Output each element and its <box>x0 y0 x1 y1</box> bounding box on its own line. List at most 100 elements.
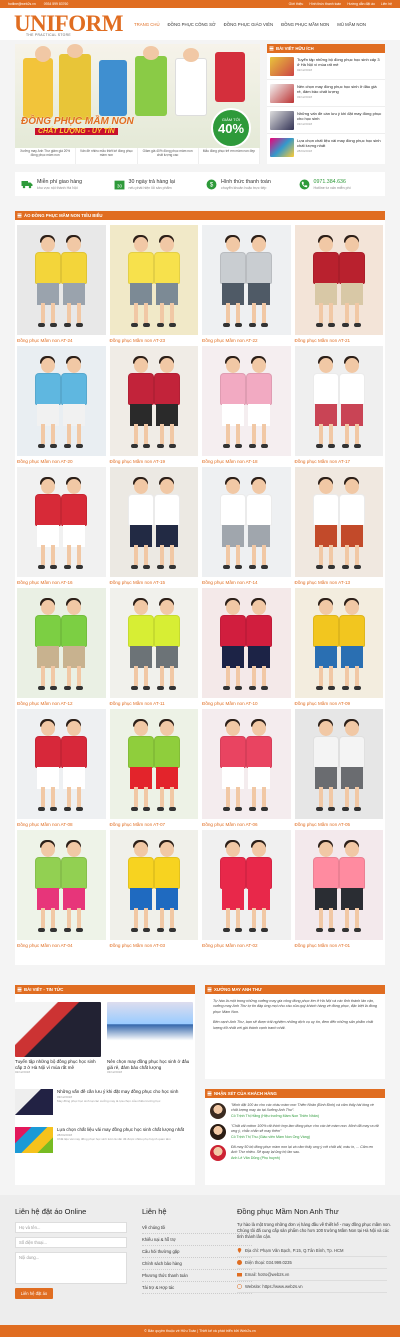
footer-link[interactable]: Chính sách bảo hàng <box>142 1258 252 1270</box>
footer-link[interactable]: Phương thức thanh toán <box>142 1270 252 1282</box>
article-thumbnail[interactable] <box>270 138 294 157</box>
product-card[interactable]: Đồng phục Mầm non AT-14 <box>202 467 291 588</box>
company-email[interactable]: Email: hotro@web2s.vn <box>237 1269 387 1282</box>
topbar-phone[interactable]: 0934 599 83760 <box>44 2 69 6</box>
product-card[interactable]: Đồng phục Mầm non AT-19 <box>109 346 199 467</box>
product-name[interactable]: Đồng phục Mầm non AT-19 <box>110 456 199 464</box>
product-card[interactable]: Đồng phục Mầm non AT-02 <box>202 830 291 951</box>
product-card[interactable]: Đồng phục Mầm non AT-21 <box>294 225 384 346</box>
product-card[interactable]: Đồng phục Mầm non AT-03 <box>109 830 199 951</box>
message-field[interactable]: Nội dung... <box>15 1252 127 1284</box>
product-card[interactable]: Đồng phục Mầm non AT-23 <box>109 225 199 346</box>
name-field[interactable]: Họ và tên... <box>15 1222 127 1233</box>
product-name[interactable]: Đồng phục Mầm non AT-16 <box>17 577 106 585</box>
news-list-item[interactable]: Lựa chọn chất liệu vải may đồng phục học… <box>15 1127 195 1153</box>
product-image[interactable] <box>17 709 106 819</box>
news-list-item[interactable]: Những vấn đề cần lưu ý khi đặt may đồng … <box>15 1089 195 1115</box>
product-name[interactable]: Đồng phục Mầm non AT-20 <box>17 456 106 464</box>
footer-link[interactable]: Khiếu nại & hỗ trợ <box>142 1234 252 1246</box>
article-thumbnail[interactable] <box>270 84 294 103</box>
product-image[interactable] <box>294 346 383 456</box>
product-card[interactable]: Đồng phục Mầm non AT-16 <box>17 467 106 588</box>
topbar-link-contact[interactable]: Liên hệ <box>381 2 392 6</box>
product-card[interactable]: Đồng phục Mầm non AT-08 <box>17 709 106 830</box>
product-name[interactable]: Đồng phục Mầm non AT-07 <box>110 819 199 827</box>
product-image[interactable] <box>109 588 198 698</box>
product-image[interactable] <box>17 830 106 940</box>
product-name[interactable]: Đồng phục Mầm non AT-17 <box>295 456 384 464</box>
product-card[interactable]: Đồng phục Mầm non AT-18 <box>202 346 291 467</box>
product-name[interactable]: Đồng phục Mầm non AT-09 <box>295 698 384 706</box>
product-image[interactable] <box>109 346 198 456</box>
company-phone[interactable]: Điện thoại: 034.999.0235 <box>237 1257 387 1270</box>
product-card[interactable]: Đồng phục Mầm non AT-05 <box>294 709 383 830</box>
product-card[interactable]: Đồng phục Mầm non AT-13 <box>294 467 383 588</box>
product-name[interactable]: Đồng phục Mầm non AT-10 <box>202 698 291 706</box>
product-name[interactable]: Đồng phục Mầm non AT-11 <box>110 698 199 706</box>
hero-thumb[interactable]: Mẫu đồng phục trẻ em mầm non đẹp <box>199 148 260 164</box>
product-image[interactable] <box>109 709 198 819</box>
product-name[interactable]: Đồng phục Mầm non AT-02 <box>202 940 291 948</box>
product-name[interactable]: Đồng phục Mầm non AT-03 <box>110 940 199 948</box>
product-image[interactable] <box>202 346 291 456</box>
product-image[interactable] <box>294 588 383 698</box>
footer-link[interactable]: Câu hỏi thường gặp <box>142 1246 252 1258</box>
news-image[interactable] <box>15 1127 53 1153</box>
product-image[interactable] <box>294 467 383 577</box>
product-card[interactable]: Đồng phục Mầm non AT-06 <box>202 709 291 830</box>
product-name[interactable]: Đồng phục Mầm non AT-18 <box>202 456 291 464</box>
news-image[interactable] <box>15 1002 101 1057</box>
product-image[interactable] <box>109 225 198 335</box>
hero-banner[interactable]: ĐỒNG PHỤC MẦM NON CHẤT LƯỢNG - UY TÍN GI… <box>15 44 260 164</box>
product-image[interactable] <box>109 830 198 940</box>
product-image[interactable] <box>17 588 106 698</box>
submit-order-button[interactable]: Liên hệ đặt áo <box>15 1288 53 1299</box>
product-name[interactable]: Đồng phục Mầm non AT-12 <box>17 698 106 706</box>
topbar-link-payment[interactable]: Hình thức thanh toán <box>309 2 341 6</box>
phone-text[interactable]: Điện thoại: 034.999.0235 <box>242 1257 292 1268</box>
product-name[interactable]: Đồng phục Mầm non AT-14 <box>202 577 291 585</box>
email-text[interactable]: Email: hotro@web2s.vn <box>242 1269 289 1280</box>
product-card[interactable]: Đồng phục Mầm non AT-10 <box>202 588 291 709</box>
product-card[interactable]: Đồng phục Mầm non AT-12 <box>17 588 106 709</box>
news-image[interactable] <box>15 1089 53 1115</box>
product-name[interactable]: Đồng phục Mầm non AT-01 <box>295 940 384 948</box>
product-card[interactable]: Đồng phục Mầm non AT-11 <box>109 588 199 709</box>
product-card[interactable]: Đồng phục Mầm non AT-24 <box>17 225 106 346</box>
topbar-link-intro[interactable]: Giới thiệu <box>289 2 304 6</box>
product-image[interactable] <box>202 225 291 335</box>
topbar-link-guide[interactable]: Hướng dẫn đặt áo <box>347 2 375 6</box>
article-title[interactable]: Lựa chọn chất liệu vải may đồng phục học… <box>297 138 382 148</box>
sidebar-article[interactable]: Những vấn đề cần lưu ý khi đặt may đồng … <box>267 107 385 134</box>
product-image[interactable] <box>294 830 383 940</box>
product-card[interactable]: Đồng phục Mầm non AT-04 <box>17 830 106 951</box>
news-image[interactable] <box>107 1002 193 1057</box>
news-featured[interactable]: Nên chọn may đồng phục học sinh ở đâu gi… <box>107 1002 193 1074</box>
service-hotline[interactable]: 0971.384.636 Hotline tư vấn miễn phí <box>293 179 386 190</box>
product-image[interactable] <box>294 225 383 335</box>
nav-teacher-uniform[interactable]: ĐỒNG PHỤC GIÁO VIÊN <box>220 17 277 32</box>
site-logo[interactable]: UNIFORM THE PRACTICAL STORE <box>14 12 123 37</box>
nav-kindergarten-hats[interactable]: MŨ MẦM NON <box>333 17 370 32</box>
product-name[interactable]: Đồng phục Mầm non AT-23 <box>110 335 199 343</box>
product-name[interactable]: Đồng phục Mầm non AT-24 <box>17 335 106 343</box>
news-item-title[interactable]: Lựa chọn chất liệu vải may đồng phục học… <box>57 1127 184 1133</box>
product-image[interactable] <box>17 225 106 335</box>
article-title[interactable]: Tuyển tập những bộ đồng phục học sinh cấ… <box>297 57 382 67</box>
product-name[interactable]: Đồng phục Mầm non AT-22 <box>202 335 291 343</box>
product-name[interactable]: Đồng phục Mầm non AT-04 <box>17 940 106 948</box>
product-name[interactable]: Đồng phục Mầm non AT-06 <box>202 819 291 827</box>
article-title[interactable]: Nên chọn may đồng phục học sinh ở đâu gi… <box>297 84 382 94</box>
product-card[interactable]: Đồng phục Mầm non AT-20 <box>17 346 106 467</box>
product-card[interactable]: Đồng phục Mầm non AT-01 <box>294 830 384 951</box>
product-name[interactable]: Đồng phục Mầm non AT-08 <box>17 819 106 827</box>
topbar-email[interactable]: hotline@web2s.vn <box>8 2 36 6</box>
article-title[interactable]: Những vấn đề cần lưu ý khi đặt may đồng … <box>297 111 382 121</box>
product-name[interactable]: Đồng phục Mầm non AT-15 <box>110 577 199 585</box>
website-text[interactable]: Website: https://www.web2s.vn <box>242 1281 303 1292</box>
article-thumbnail[interactable] <box>270 57 294 76</box>
footer-link[interactable]: Về chúng tôi <box>142 1222 252 1234</box>
product-card[interactable]: Đồng phục Mầm non AT-15 <box>109 467 199 588</box>
product-image[interactable] <box>17 467 106 577</box>
product-name[interactable]: Đồng phục Mầm non AT-21 <box>295 335 384 343</box>
